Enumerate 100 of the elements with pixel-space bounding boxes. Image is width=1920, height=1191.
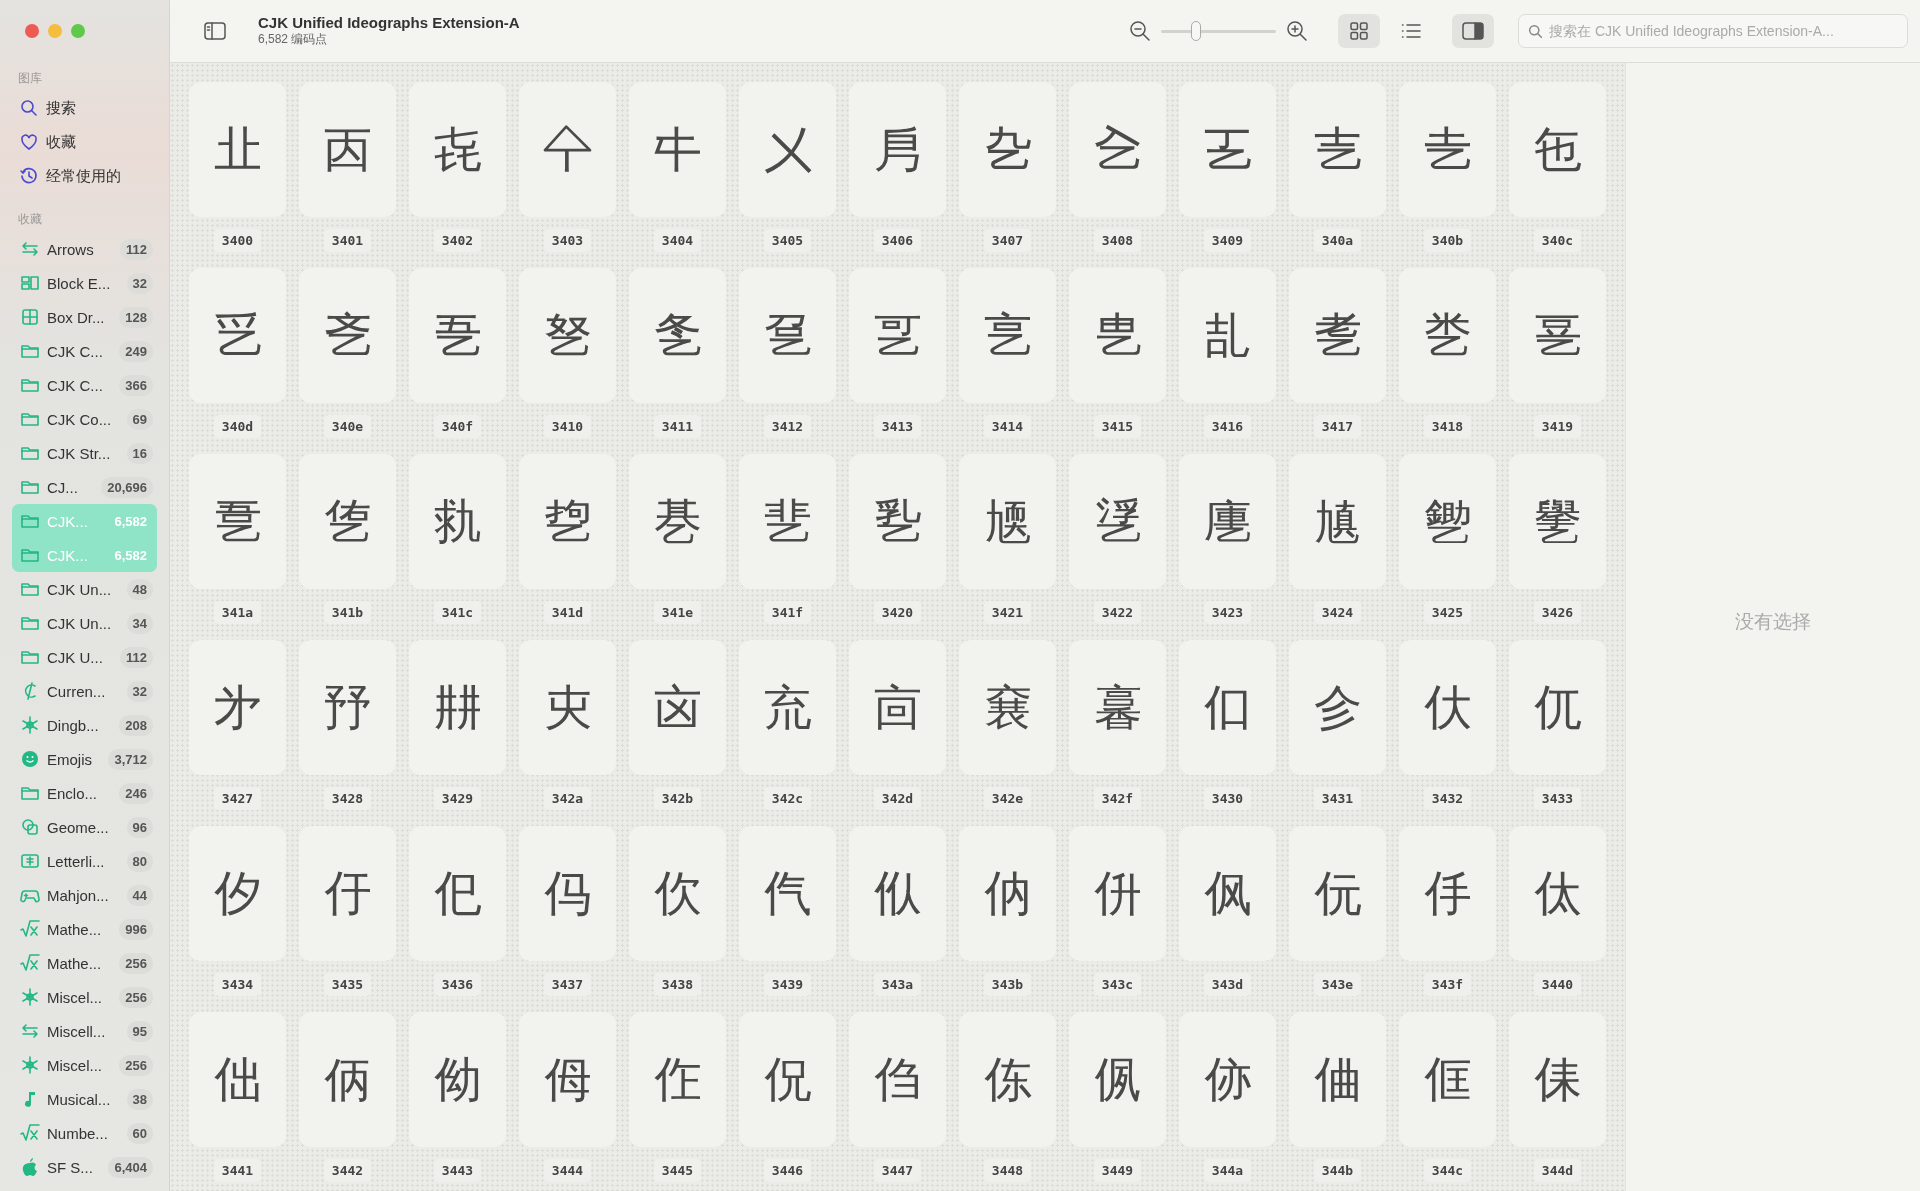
sidebar-item[interactable]: CJK U... 112 [12,640,157,674]
glyph-tile[interactable]: 㐃 [519,82,616,217]
glyph-tile[interactable]: 㐝 [519,454,616,589]
glyph-tile[interactable]: 㐮 [959,640,1056,775]
glyph-tile[interactable]: 㐯 [1069,640,1166,775]
sidebar-item[interactable]: Box Dr... 128 [12,300,157,334]
glyph-tile[interactable]: 㑇 [849,1012,946,1147]
sidebar-item[interactable]: 经常使用的 [12,159,157,193]
glyph-tile[interactable]: 㐕 [1069,268,1166,403]
glyph-tile[interactable]: 㐑 [629,268,726,403]
glyph-tile[interactable]: 㐞 [629,454,726,589]
sidebar-item[interactable]: SF S... 6,404 [12,1150,157,1184]
glyph-tile[interactable]: 㐳 [1509,640,1606,775]
glyph-tile[interactable]: 㐸 [629,826,726,961]
glyph-tile[interactable]: 㐥 [1399,454,1496,589]
glyph-tile[interactable]: 㐱 [1289,640,1386,775]
glyph-tile[interactable]: 㐚 [189,454,286,589]
close-button[interactable] [25,24,39,38]
glyph-tile[interactable]: 㐰 [1179,640,1276,775]
glyph-tile[interactable]: 㐻 [959,826,1056,961]
slider-thumb[interactable] [1190,21,1201,41]
sidebar-item[interactable]: Curren... 32 [12,674,157,708]
sidebar-item[interactable]: Block E... 32 [12,266,157,300]
glyph-tile[interactable]: 㑀 [1509,826,1606,961]
glyph-tile[interactable]: 㐅 [739,82,836,217]
glyph-tile[interactable]: 㐬 [739,640,836,775]
glyph-tile[interactable]: 㑍 [1509,1012,1606,1147]
glyph-tile[interactable]: 㐓 [849,268,946,403]
glyph-tile[interactable]: 㐢 [1069,454,1166,589]
glyph-tile[interactable]: 㑉 [1069,1012,1166,1147]
glyph-tile[interactable]: 㐨 [299,640,396,775]
glyph-tile[interactable]: 㐛 [299,454,396,589]
sidebar-item[interactable]: Emojis 3,712 [12,742,157,776]
glyph-tile[interactable]: 㐦 [1509,454,1606,589]
sidebar-item[interactable]: Geome... 96 [12,810,157,844]
glyph-tile[interactable]: 㐶 [409,826,506,961]
sidebar-item[interactable]: Miscel... 256 [12,980,157,1014]
sidebar-item[interactable]: Miscell... 95 [12,1014,157,1048]
glyph-tile[interactable]: 㐏 [409,268,506,403]
glyph-tile[interactable]: 㑆 [739,1012,836,1147]
glyph-tile[interactable]: 㐲 [1399,640,1496,775]
glyph-tile[interactable]: 㐜 [409,454,506,589]
glyph-tile[interactable]: 㐷 [519,826,616,961]
sidebar-item[interactable]: Mathe... 256 [12,946,157,980]
sidebar-item[interactable]: Mahjon... 44 [12,878,157,912]
sidebar-item[interactable]: CJK Un... 48 [12,572,157,606]
sidebar-item[interactable]: Mathe... 996 [12,912,157,946]
sidebar-item[interactable]: Musical... 38 [12,1082,157,1116]
glyph-tile[interactable]: 㐉 [1179,82,1276,217]
glyph-tile[interactable]: 㑅 [629,1012,726,1147]
glyph-tile[interactable]: 㐒 [739,268,836,403]
glyph-tile[interactable]: 㐧 [189,640,286,775]
glyph-tile[interactable]: 㐹 [739,826,836,961]
sidebar-item[interactable]: Miscel... 256 [12,1048,157,1082]
sidebar-item[interactable]: CJ... 20,696 [12,470,157,504]
glyph-tile[interactable]: 㐗 [1289,268,1386,403]
sidebar-item[interactable]: Numbe... 60 [12,1116,157,1150]
glyph-tile[interactable]: 㐭 [849,640,946,775]
glyph-tile[interactable]: 㑈 [959,1012,1056,1147]
glyph-tile[interactable]: 㐍 [189,268,286,403]
glyph-tile[interactable]: 㐣 [1179,454,1276,589]
sidebar-item[interactable]: Dingb... 208 [12,708,157,742]
sidebar-item[interactable]: 收藏 [12,125,157,159]
search-field[interactable]: 搜索在 CJK Unified Ideographs Extension-A... [1518,14,1908,48]
glyph-tile[interactable]: 㐵 [299,826,396,961]
glyph-tile[interactable]: 㐿 [1399,826,1496,961]
glyph-tile[interactable]: 㐔 [959,268,1056,403]
glyph-tile[interactable]: 㐺 [849,826,946,961]
glyph-tile[interactable]: 㐊 [1289,82,1386,217]
glyph-tile[interactable]: 㐇 [959,82,1056,217]
zoom-out-icon[interactable] [1129,20,1151,42]
sidebar-item[interactable]: Arrows 112 [12,232,157,266]
view-mode-button[interactable] [1338,14,1380,48]
zoom-in-icon[interactable] [1286,20,1308,42]
glyph-tile[interactable]: 㐈 [1069,82,1166,217]
glyph-tile[interactable]: 㑂 [299,1012,396,1147]
glyph-tile[interactable]: 㐠 [849,454,946,589]
glyph-tile[interactable]: 㐩 [409,640,506,775]
glyph-tile[interactable]: 㐫 [629,640,726,775]
glyph-tile[interactable]: 㐁 [299,82,396,217]
glyph-tile[interactable]: 㐼 [1069,826,1166,961]
glyph-tile[interactable]: 㐟 [739,454,836,589]
glyph-tile[interactable]: 㐪 [519,640,616,775]
glyph-tile[interactable]: 㐾 [1289,826,1386,961]
glyph-tile[interactable]: 㑁 [189,1012,286,1147]
glyph-tile[interactable]: 㐽 [1179,826,1276,961]
glyph-tile[interactable]: 㐄 [629,82,726,217]
sidebar-item[interactable]: CJK Str... 16 [12,436,157,470]
sidebar-item[interactable]: Enclo... 246 [12,776,157,810]
glyph-tile[interactable]: 㐴 [189,826,286,961]
sidebar-item[interactable]: CJK Co... 69 [12,402,157,436]
glyph-tile[interactable]: 㐐 [519,268,616,403]
zoom-slider[interactable] [1161,21,1276,41]
glyph-tile[interactable]: 㑊 [1179,1012,1276,1147]
glyph-tile[interactable]: 㑋 [1289,1012,1386,1147]
glyph-tile[interactable]: 㐙 [1509,268,1606,403]
glyph-tile[interactable]: 㐋 [1399,82,1496,217]
glyph-tile[interactable]: 㐀 [189,82,286,217]
glyph-tile[interactable]: 㐘 [1399,268,1496,403]
sidebar-item[interactable]: Letterli... 80 [12,844,157,878]
